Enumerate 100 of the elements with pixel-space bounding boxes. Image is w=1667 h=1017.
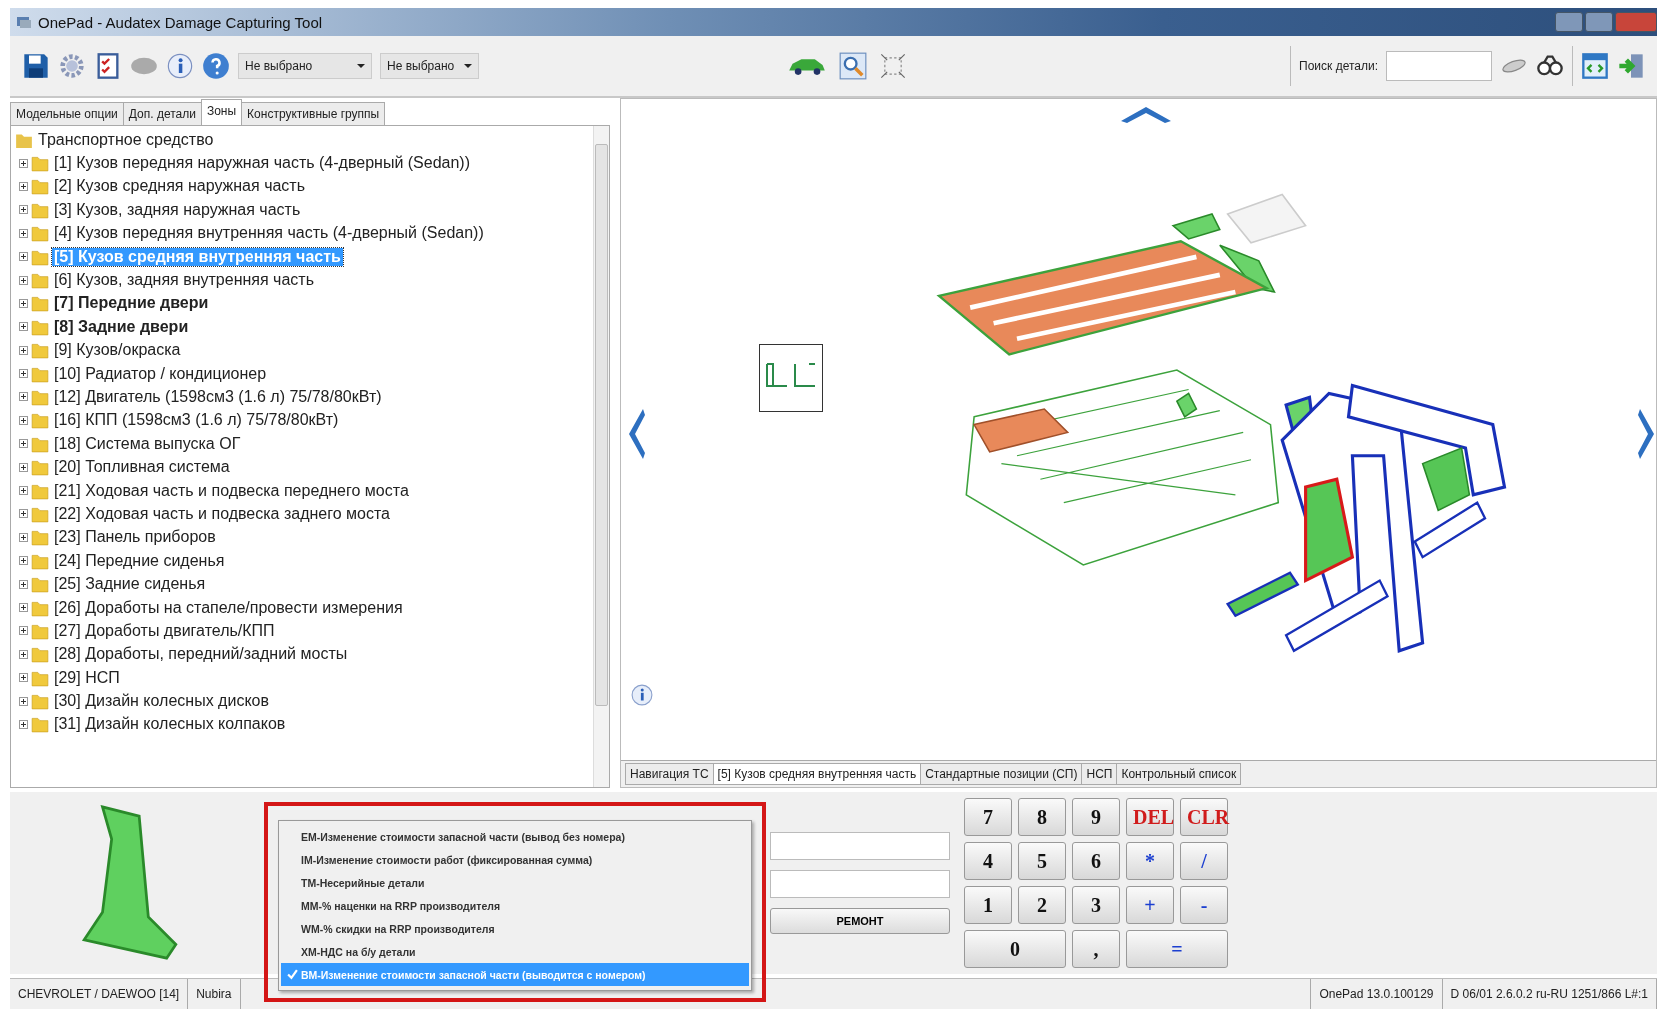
- fit-frame-icon[interactable]: [879, 52, 908, 80]
- chevron-up-icon[interactable]: [1121, 107, 1171, 123]
- expand-icon[interactable]: [19, 626, 28, 636]
- tab[interactable]: Контрольный список: [1116, 763, 1242, 785]
- expand-icon[interactable]: [19, 369, 28, 379]
- tree-item[interactable]: [9] Кузов/окраска: [52, 341, 183, 360]
- tree-item[interactable]: [3] Кузов, задняя наружная часть: [52, 200, 303, 219]
- expand-icon[interactable]: [19, 649, 28, 659]
- tree-item[interactable]: [20] Топливная система: [52, 458, 232, 477]
- tree-item[interactable]: [27] Доработы двигатель/КПП: [52, 621, 277, 640]
- keypad-key[interactable]: 0: [964, 930, 1066, 968]
- repair-button[interactable]: РЕМОНТ: [770, 908, 950, 934]
- expand-icon[interactable]: [19, 415, 28, 425]
- tree-item[interactable]: [25] Задние сиденья: [52, 575, 208, 594]
- tab[interactable]: Стандартные позиции (СП): [920, 763, 1083, 785]
- expand-icon[interactable]: [19, 181, 28, 191]
- tree-item[interactable]: [29] НСП: [52, 668, 122, 687]
- menu-item[interactable]: MM-% наценки на RRP производителя: [281, 894, 749, 917]
- tree-item[interactable]: [12] Двигатель (1598см3 (1.6 л) 75/78/80кВт): [52, 388, 384, 406]
- tree-item[interactable]: [16] КПП (1598см3 (1.6 л) 75/78/80кВт): [52, 411, 341, 430]
- keypad-key[interactable]: 8: [1018, 798, 1066, 836]
- tree-item[interactable]: [2] Кузов средняя наружная часть: [52, 177, 308, 196]
- info-icon[interactable]: [631, 684, 653, 706]
- expand-icon[interactable]: [19, 275, 28, 285]
- keypad-key[interactable]: ,: [1072, 930, 1120, 968]
- maximize-button[interactable]: [1585, 12, 1613, 32]
- minimize-button[interactable]: [1555, 12, 1583, 32]
- tree-item[interactable]: Транспортное средство: [36, 130, 216, 149]
- exit-icon[interactable]: [1617, 52, 1645, 80]
- tab[interactable]: Модельные опции: [10, 102, 124, 125]
- expand-icon[interactable]: [19, 509, 28, 519]
- settings-icon[interactable]: [58, 52, 86, 80]
- keypad-key[interactable]: CLR: [1180, 798, 1228, 836]
- tree-item[interactable]: [28] Доработы, передний/задний мосты: [52, 645, 350, 664]
- scroll-thumb[interactable]: [595, 144, 608, 706]
- tree-item[interactable]: [23] Панель приборов: [52, 528, 218, 547]
- menu-item[interactable]: TM-Несерийные детали: [281, 871, 749, 894]
- menu-item[interactable]: WM-% скидки на RRP производителя: [281, 917, 749, 940]
- tree-item[interactable]: [18] Система выпуска ОГ: [52, 434, 243, 453]
- tree-item[interactable]: [22] Ходовая часть и подвеска заднего моста: [52, 504, 392, 523]
- keypad-key[interactable]: 1: [964, 886, 1012, 924]
- input-field[interactable]: [770, 832, 950, 860]
- search-field[interactable]: [1386, 51, 1492, 81]
- expand-icon[interactable]: [19, 439, 28, 449]
- expand-icon[interactable]: [19, 298, 28, 308]
- tab[interactable]: Конструктивные группы: [241, 102, 386, 125]
- tree-item[interactable]: [31] Дизайн колесных колпаков: [52, 715, 288, 734]
- keypad-key[interactable]: 9: [1072, 798, 1120, 836]
- keypad-key[interactable]: 7: [964, 798, 1012, 836]
- keypad-key[interactable]: 4: [964, 842, 1012, 880]
- expand-icon[interactable]: [19, 252, 28, 262]
- keypad-key[interactable]: 6: [1072, 842, 1120, 880]
- tree-item[interactable]: [10] Радиатор / кондиционер: [52, 364, 269, 383]
- dropdown[interactable]: Не выбрано: [238, 53, 372, 79]
- expand-icon[interactable]: [19, 556, 28, 566]
- info-icon[interactable]: [166, 52, 194, 80]
- expand-icon[interactable]: [19, 345, 28, 355]
- expand-icon[interactable]: [19, 392, 28, 402]
- scrollbar[interactable]: [593, 126, 609, 787]
- tree-item[interactable]: [8] Задние двери: [52, 317, 191, 336]
- expand-icon[interactable]: [19, 532, 28, 542]
- keypad-key[interactable]: =: [1126, 930, 1228, 968]
- expand-icon[interactable]: [19, 228, 28, 238]
- expand-icon[interactable]: [19, 462, 28, 472]
- window-icon[interactable]: [1581, 52, 1609, 80]
- chevron-right-icon[interactable]: [1638, 409, 1654, 459]
- tree-item[interactable]: [21] Ходовая часть и подвеска переднего моста: [52, 481, 411, 500]
- expand-icon[interactable]: [19, 719, 28, 729]
- expand-icon[interactable]: [19, 322, 28, 332]
- menu-item[interactable]: XM-НДС на б/у детали: [281, 940, 749, 963]
- tab[interactable]: НСП: [1081, 763, 1118, 785]
- input-field[interactable]: [770, 870, 950, 898]
- tree-item[interactable]: [4] Кузов передняя внутренняя часть (4-дверный (Sedan)): [52, 224, 486, 243]
- keypad-key[interactable]: *: [1126, 842, 1174, 880]
- tab[interactable]: Навигация ТС: [625, 763, 714, 785]
- expand-icon[interactable]: [19, 158, 28, 168]
- keypad-key[interactable]: /: [1180, 842, 1228, 880]
- tree-item[interactable]: [1] Кузов передняя наружная часть (4-дверный (Sedan)): [52, 154, 472, 173]
- tab[interactable]: [5] Кузов средняя внутренняя часть: [712, 763, 922, 785]
- zoom-icon[interactable]: [839, 52, 868, 80]
- dropdown[interactable]: Не выбрано: [380, 53, 480, 79]
- menu-item[interactable]: IM-Изменение стоимости работ (фиксированная сумма): [281, 848, 749, 871]
- chevron-left-icon[interactable]: [629, 409, 645, 459]
- tree-item[interactable]: [26] Доработы на стапеле/провести измерения: [52, 598, 405, 617]
- tree-item[interactable]: [7] Передние двери: [52, 294, 211, 313]
- part-thumbnail[interactable]: [759, 344, 823, 412]
- expand-icon[interactable]: [19, 696, 28, 706]
- keypad-key[interactable]: 2: [1018, 886, 1066, 924]
- expand-icon[interactable]: [19, 579, 28, 589]
- keypad-key[interactable]: +: [1126, 886, 1174, 924]
- expand-icon[interactable]: [19, 205, 28, 215]
- tab[interactable]: Доп. детали: [122, 102, 202, 125]
- expand-icon[interactable]: [19, 673, 28, 683]
- help-icon[interactable]: [202, 52, 230, 80]
- keypad-key[interactable]: -: [1180, 886, 1228, 924]
- save-icon[interactable]: [22, 52, 50, 80]
- keypad-key[interactable]: 3: [1072, 886, 1120, 924]
- tree-item[interactable]: [24] Передние сиденья: [52, 551, 227, 570]
- expand-icon[interactable]: [19, 486, 28, 496]
- menu-item[interactable]: EM-Изменение стоимости запасной части (вывод без номера): [281, 825, 749, 848]
